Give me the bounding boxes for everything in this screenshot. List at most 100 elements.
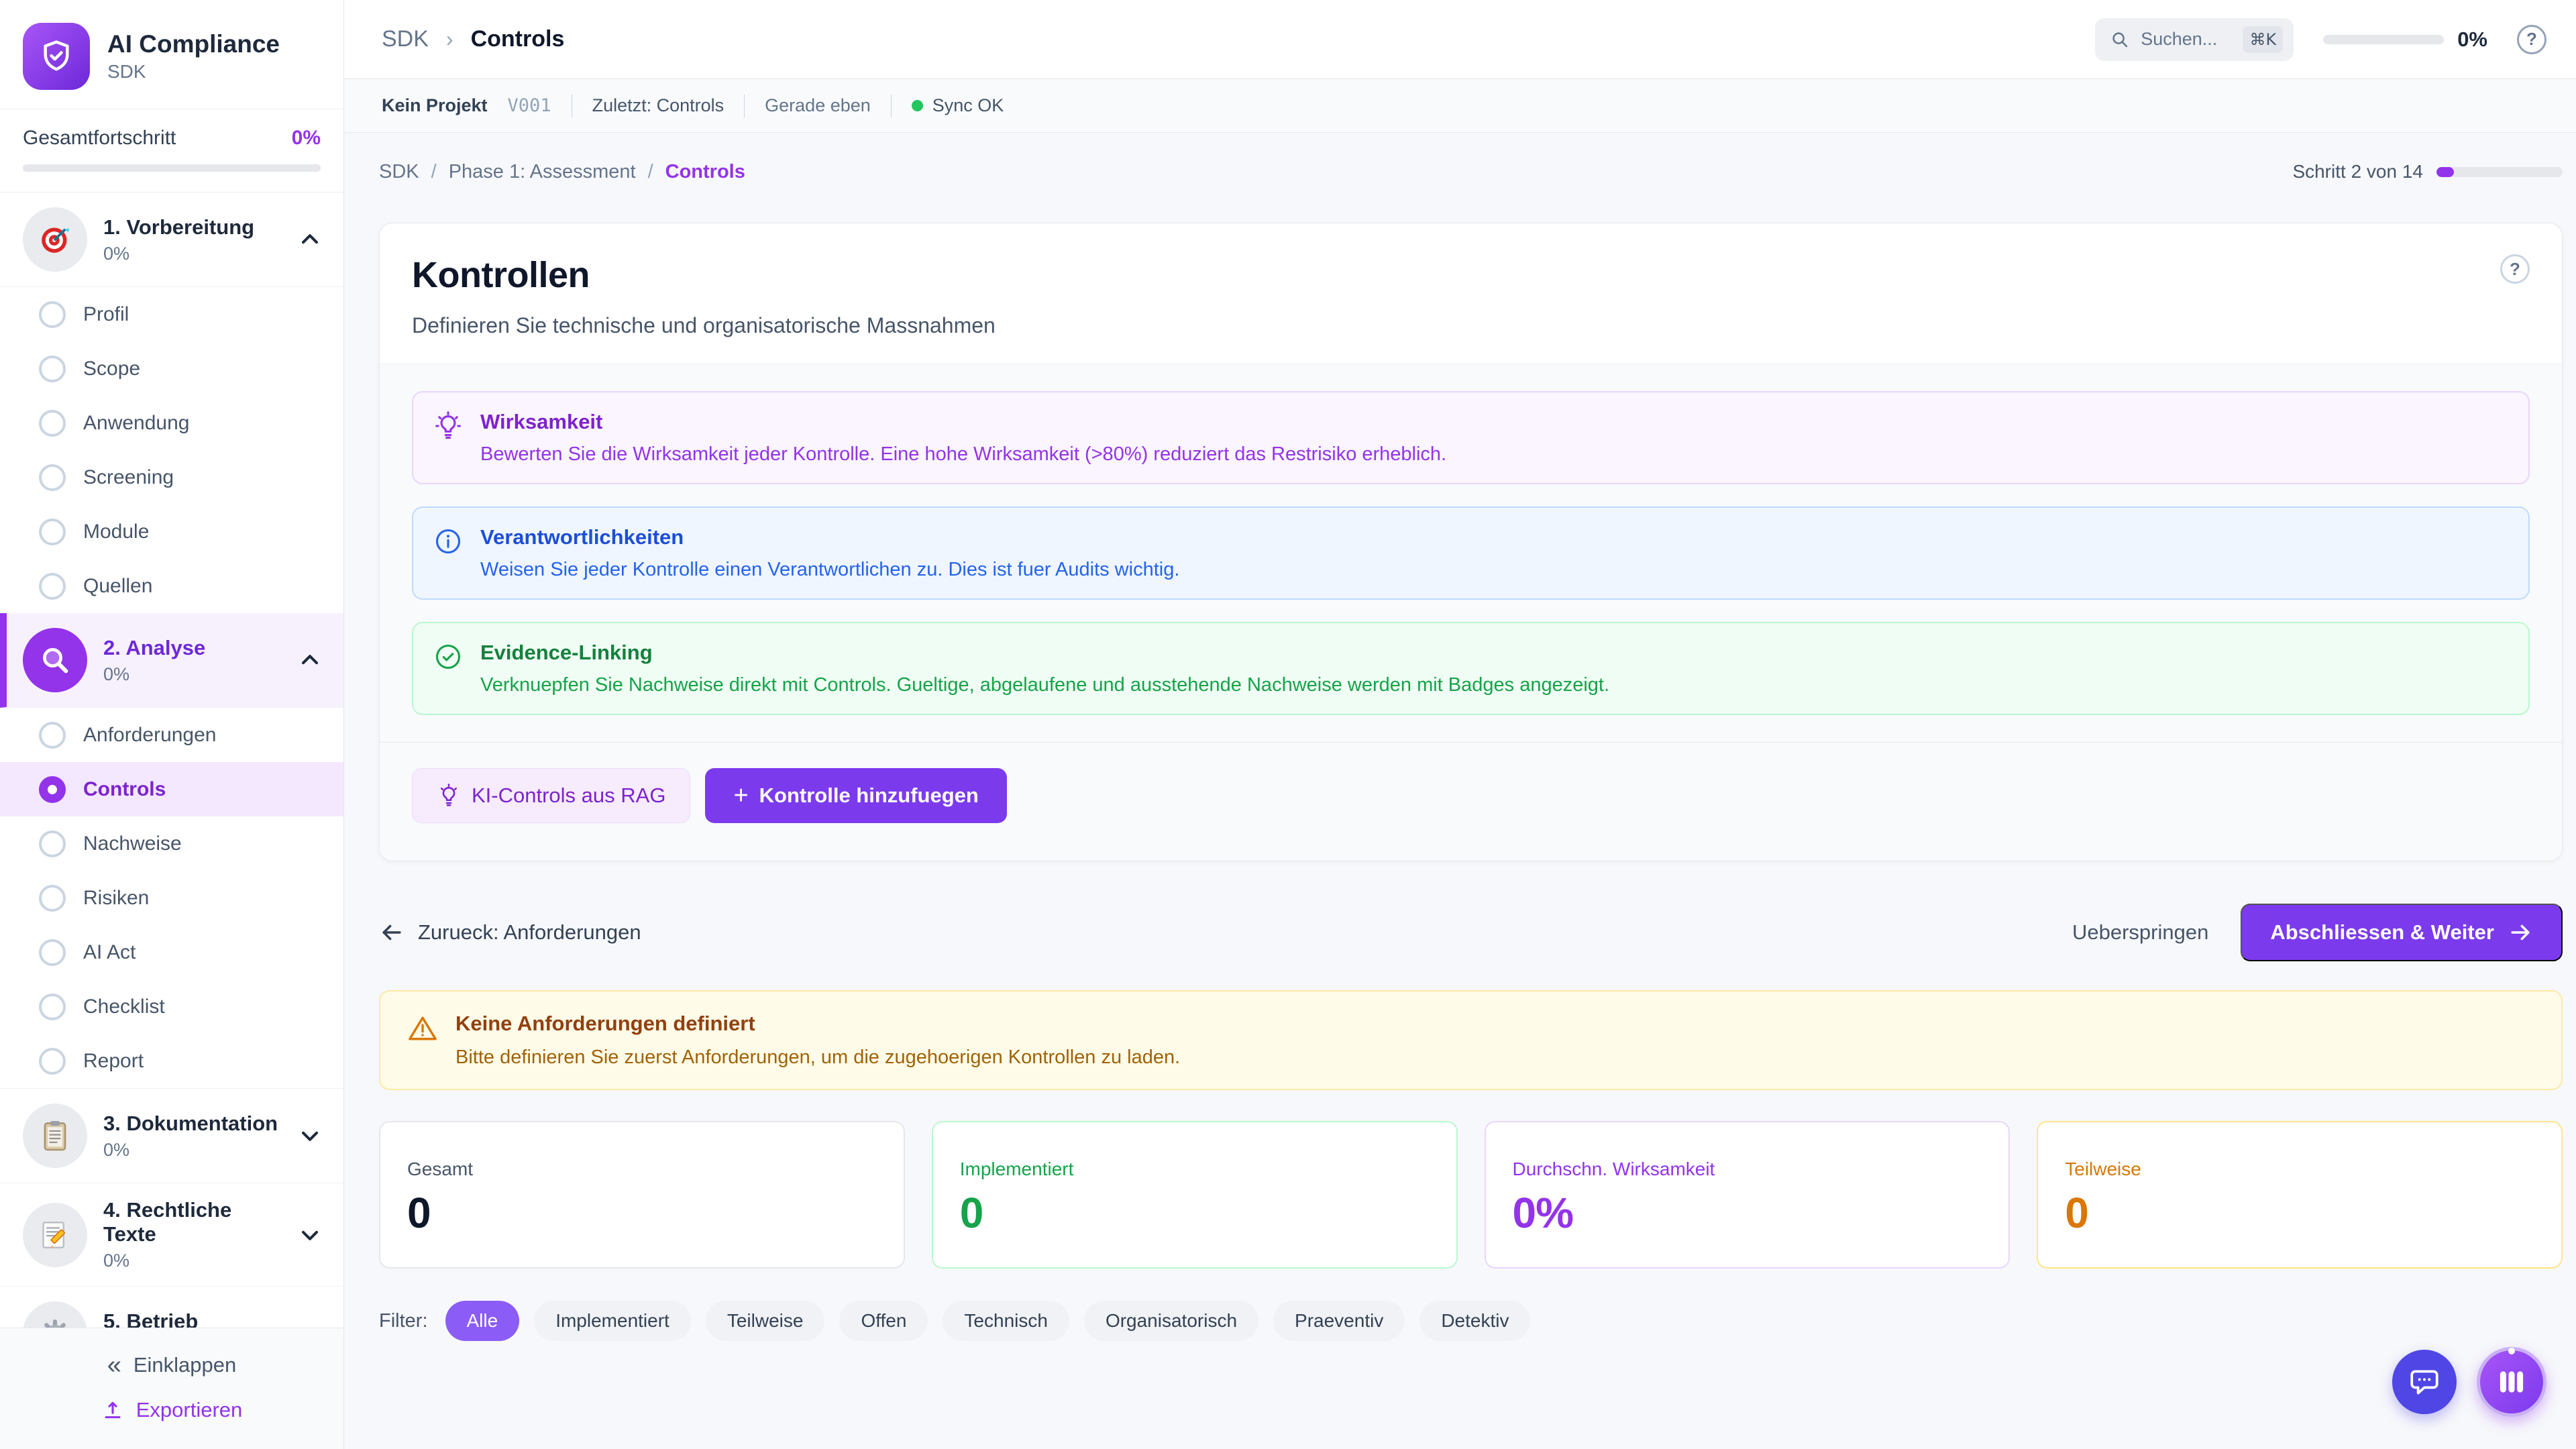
- chevron-up-icon: [297, 226, 323, 253]
- memo-pencil-icon: [23, 1203, 87, 1267]
- search-input[interactable]: Suchen... ⌘K: [2095, 18, 2294, 61]
- info-icon: [433, 527, 463, 556]
- back-link[interactable]: Zurueck: Anforderungen: [379, 920, 641, 945]
- sidebar-item-controls[interactable]: Controls: [0, 762, 343, 816]
- chat-button[interactable]: [2392, 1350, 2457, 1414]
- skip-button[interactable]: Ueberspringen: [2072, 920, 2208, 945]
- section-pct: 0%: [103, 1250, 280, 1271]
- sidebar-item-anforderungen[interactable]: Anforderungen: [0, 708, 343, 762]
- app-window: AI Compliance SDK Gesamtfortschritt 0%: [0, 0, 2576, 1449]
- divider: [891, 95, 892, 117]
- filter-bar: Filter: Alle Implementiert Teilweise Off…: [379, 1301, 2563, 1341]
- section-title: 3. Dokumentation: [103, 1112, 280, 1136]
- arrow-left-icon: [379, 920, 405, 945]
- floating-buttons: [2392, 1347, 2546, 1417]
- radio-icon: [39, 994, 66, 1020]
- ai-controls-button[interactable]: KI-Controls aus RAG: [412, 768, 690, 823]
- sidebar-item-nachweise[interactable]: Nachweise: [0, 816, 343, 871]
- breadcrumb: SDK / Phase 1: Assessment / Controls: [379, 161, 745, 183]
- sidebar-section-rechtliche-texte[interactable]: 4. Rechtliche Texte 0%: [0, 1183, 343, 1287]
- step-progress: Schritt 2 von 14: [2292, 161, 2563, 182]
- breadcrumb-root[interactable]: SDK: [382, 26, 429, 52]
- filter-chip-detektiv[interactable]: Detektiv: [1419, 1301, 1530, 1341]
- shield-check-icon: [23, 23, 90, 90]
- warning-description: Bitte definieren Sie zuerst Anforderunge…: [455, 1046, 1180, 1069]
- clipboard-icon: [23, 1104, 87, 1168]
- search-icon: [2110, 30, 2130, 50]
- magnifier-icon: [23, 628, 87, 692]
- page-title: Kontrollen: [412, 254, 996, 296]
- last-step-label: Zuletzt: Controls: [592, 95, 724, 116]
- project-status-bar: Kein Projekt V001 Zuletzt: Controls Gera…: [344, 79, 2576, 133]
- lightbulb-icon: [437, 784, 461, 808]
- filter-chip-organisatorisch[interactable]: Organisatorisch: [1084, 1301, 1258, 1341]
- radio-icon: [39, 830, 66, 857]
- card-help-icon[interactable]: ?: [2500, 254, 2530, 284]
- crumb-phase[interactable]: Phase 1: Assessment: [449, 161, 636, 183]
- sidebar-section-analyse[interactable]: 2. Analyse 0%: [0, 613, 343, 708]
- sidebar-item-checklist[interactable]: Checklist: [0, 979, 343, 1034]
- sidebar-section-vorbereitung[interactable]: 1. Vorbereitung 0%: [0, 193, 343, 287]
- gear-icon: [23, 1301, 87, 1328]
- help-icon[interactable]: ?: [2517, 25, 2546, 54]
- sidebar-item-module[interactable]: Module: [0, 504, 343, 559]
- radio-icon: [39, 356, 66, 382]
- sidebar-item-quellen[interactable]: Quellen: [0, 559, 343, 613]
- target-icon: [23, 207, 87, 272]
- divider: [380, 742, 2562, 743]
- filter-chip-technisch[interactable]: Technisch: [943, 1301, 1069, 1341]
- arrow-right-icon: [2508, 920, 2533, 945]
- radio-icon: [39, 1048, 66, 1075]
- radio-icon: [39, 722, 66, 749]
- app-title: AI Compliance: [107, 30, 280, 59]
- step-progress-bar: [2436, 167, 2563, 177]
- stat-card-wirksamkeit: Durchschn. Wirksamkeit 0%: [1485, 1121, 2010, 1269]
- section-title: 2. Analyse: [103, 636, 280, 660]
- section-title: 1. Vorbereitung: [103, 215, 280, 239]
- sidebar-section-betrieb[interactable]: 5. Betrieb 0%: [0, 1287, 343, 1328]
- filter-chip-alle[interactable]: Alle: [445, 1301, 520, 1341]
- radio-icon: [39, 301, 66, 328]
- sync-status: Sync OK: [912, 95, 1004, 116]
- warning-title: Keine Anforderungen definiert: [455, 1012, 1180, 1036]
- filter-chip-implementiert[interactable]: Implementiert: [534, 1301, 691, 1341]
- info-box-wirksamkeit: Wirksamkeit Bewerten Sie die Wirksamkeit…: [412, 391, 2530, 484]
- topbar-progress-bar: [2323, 35, 2444, 44]
- section-pct: 0%: [103, 244, 280, 264]
- sidebar-item-anwendung[interactable]: Anwendung: [0, 396, 343, 450]
- sidebar-item-scope[interactable]: Scope: [0, 341, 343, 396]
- chevron-down-icon: [297, 1222, 323, 1248]
- stat-card-gesamt: Gesamt 0: [379, 1121, 905, 1269]
- topbar-breadcrumb: SDK › Controls: [382, 26, 564, 52]
- sidebar-section-dokumentation[interactable]: 3. Dokumentation 0%: [0, 1088, 343, 1183]
- export-button[interactable]: Exportieren: [101, 1398, 243, 1422]
- collapse-icon: «: [107, 1352, 121, 1378]
- check-circle-icon: [433, 642, 463, 672]
- breadcrumb-current: Controls: [471, 26, 565, 52]
- columns-view-button[interactable]: [2477, 1347, 2546, 1417]
- filter-chip-offen[interactable]: Offen: [839, 1301, 928, 1341]
- stat-card-teilweise: Teilweise 0: [2037, 1121, 2563, 1269]
- chat-bubble-icon: [2408, 1365, 2441, 1399]
- sidebar-item-screening[interactable]: Screening: [0, 450, 343, 504]
- sidebar-item-report[interactable]: Report: [0, 1034, 343, 1088]
- topbar: SDK › Controls Suchen... ⌘K 0%: [344, 0, 2576, 79]
- filter-chip-teilweise[interactable]: Teilweise: [706, 1301, 825, 1341]
- warning-triangle-icon: [407, 1013, 438, 1044]
- chevron-down-icon: [297, 1122, 323, 1149]
- sidebar-item-ai-act[interactable]: AI Act: [0, 925, 343, 979]
- crumb-sdk[interactable]: SDK: [379, 161, 419, 183]
- collapse-sidebar-button[interactable]: « Einklappen: [107, 1352, 237, 1378]
- finish-next-button[interactable]: Abschliessen & Weiter: [2241, 904, 2563, 961]
- sidebar-footer: « Einklappen Exportieren: [0, 1328, 343, 1449]
- add-control-button[interactable]: + Kontrolle hinzufuegen: [705, 768, 1006, 823]
- radio-icon: [39, 885, 66, 912]
- overall-progress-bar: [23, 164, 321, 172]
- sidebar-item-profil[interactable]: Profil: [0, 287, 343, 341]
- radio-icon: [39, 573, 66, 600]
- topbar-progress: 0%: [2323, 28, 2487, 52]
- sidebar-item-risiken[interactable]: Risiken: [0, 871, 343, 925]
- filter-chip-praeventiv[interactable]: Praeventiv: [1273, 1301, 1405, 1341]
- info-box-verantwortlichkeiten: Verantwortlichkeiten Weisen Sie jeder Ko…: [412, 506, 2530, 600]
- radio-selected-icon: [39, 776, 66, 803]
